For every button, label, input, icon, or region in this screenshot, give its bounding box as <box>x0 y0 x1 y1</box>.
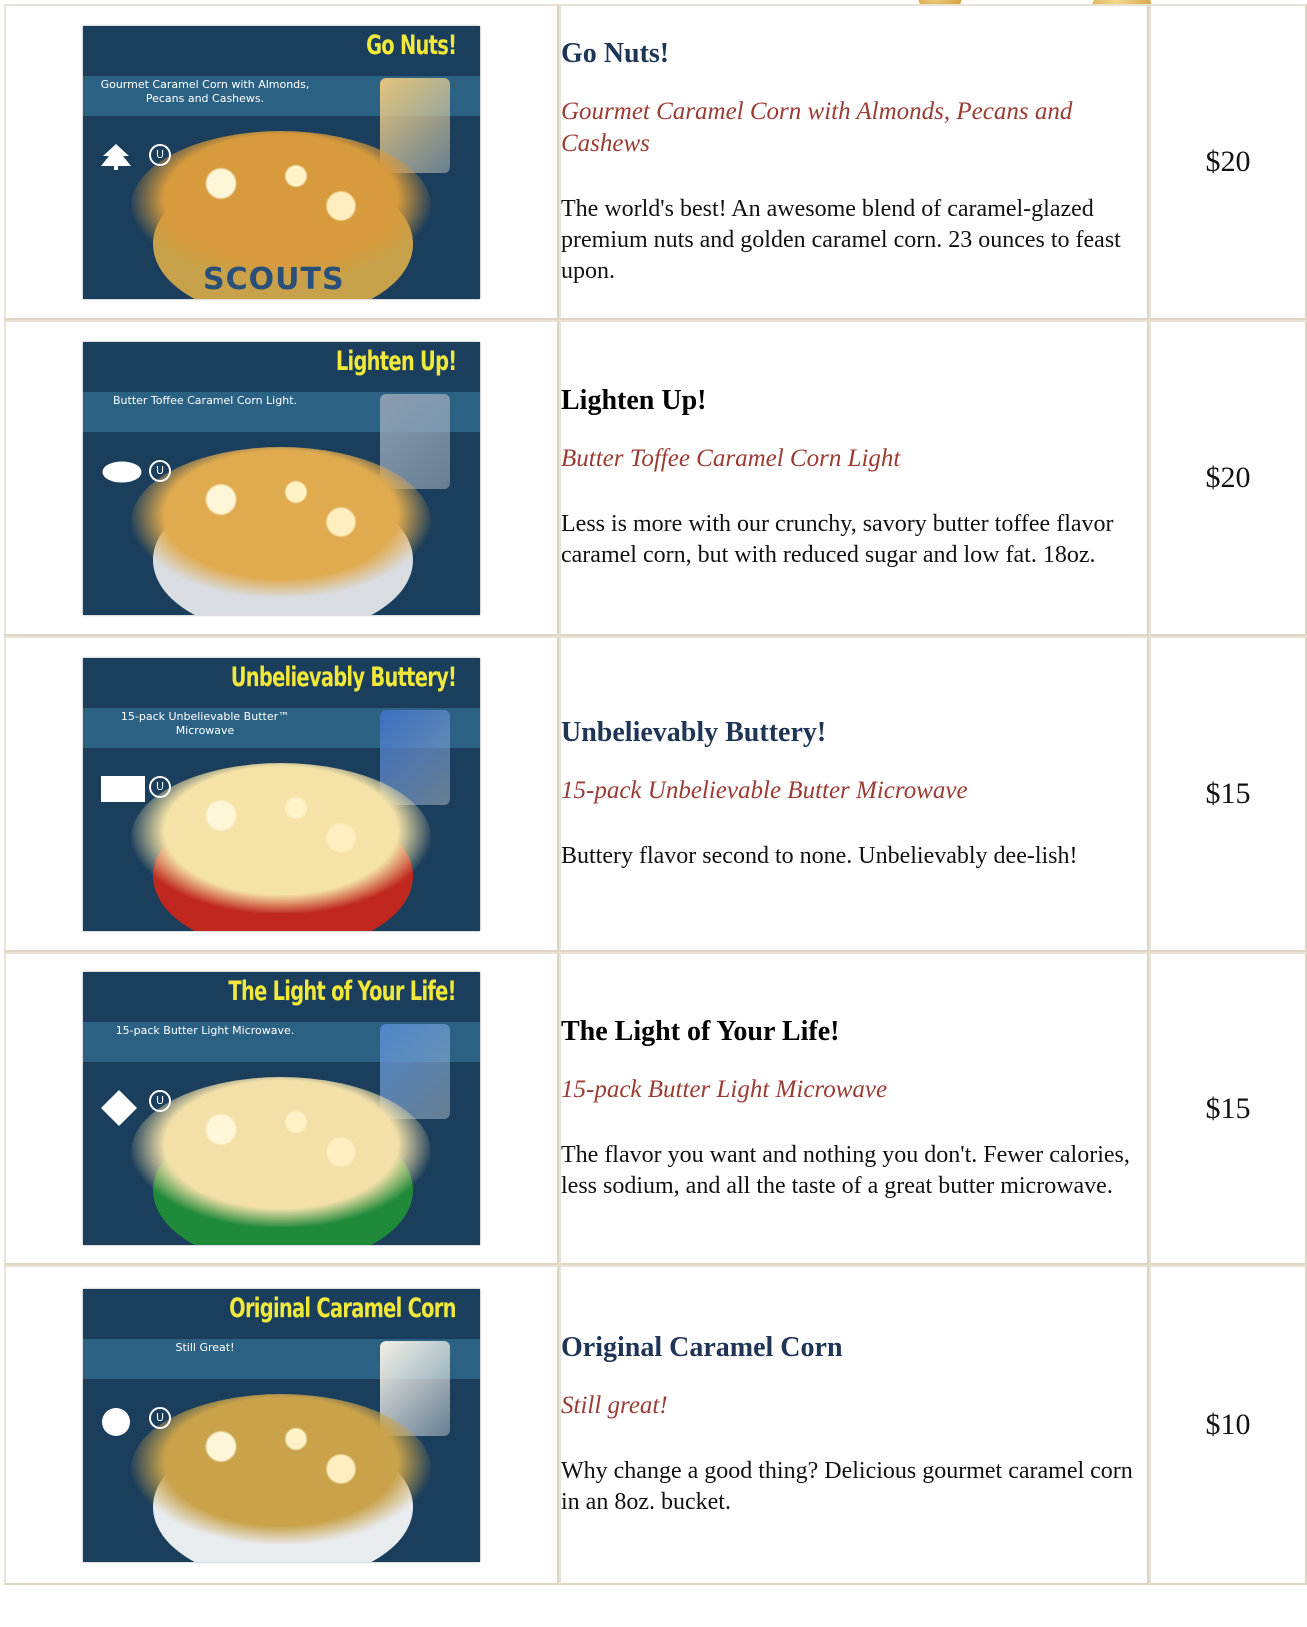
popcorn-image <box>131 762 431 913</box>
ou-kosher-icon: U <box>149 1090 171 1112</box>
image-subtitle: Still Great! <box>175 1340 235 1354</box>
image-subtitle: 15-pack Unbelievable Butter™ Microwave <box>120 709 290 737</box>
page: Go Nuts! Gourmet Caramel Corn with Almon… <box>0 0 1307 1627</box>
product-name: Unbelievably Buttery! <box>561 716 827 748</box>
ou-kosher-icon: U <box>149 143 171 166</box>
popcorn-image <box>131 1393 431 1544</box>
image-title: Lighten Up! <box>335 345 456 377</box>
ou-kosher-icon: U <box>149 775 171 798</box>
product-tagline: Butter Toffee Caramel Corn Light <box>561 445 901 472</box>
product-name: Original Caramel Corn <box>561 1332 843 1363</box>
product-description-cell: Lighten Up! Butter Toffee Caramel Corn L… <box>559 320 1149 636</box>
product-description: Buttery flavor second to none. Unbelieva… <box>561 842 1078 869</box>
ou-kosher-icon: U <box>149 459 171 482</box>
product-price: $10 <box>1149 1265 1307 1585</box>
image-bottom-text: SCOUTS <box>203 261 345 297</box>
product-name: Lighten Up! <box>561 385 707 416</box>
diamond-icon <box>101 1090 137 1131</box>
product-name: The Light of Your Life! <box>561 1015 840 1047</box>
oval-icon <box>101 460 143 489</box>
product-description: Why change a good thing? Delicious gourm… <box>561 1458 1133 1515</box>
product-image-cell: Original Caramel Corn Still Great! U <box>4 1265 559 1585</box>
product-image-cell: Unbelievably Buttery! 15-pack Unbelievab… <box>4 636 559 952</box>
product-image[interactable]: Unbelievably Buttery! 15-pack Unbelievab… <box>83 657 480 931</box>
product-tagline: 15-pack Butter Light Microwave <box>561 1075 888 1103</box>
tree-icon <box>101 143 131 175</box>
product-price: $15 <box>1149 952 1307 1265</box>
product-description: The world's best! An awesome blend of ca… <box>561 195 1121 284</box>
product-image[interactable]: Go Nuts! Gourmet Caramel Corn with Almon… <box>83 25 480 299</box>
image-title: Original Caramel Corn <box>229 1292 456 1324</box>
product-price: $20 <box>1149 4 1307 320</box>
product-price: $20 <box>1149 320 1307 636</box>
product-row: Unbelievably Buttery! 15-pack Unbelievab… <box>4 636 1307 952</box>
image-subtitle: Butter Toffee Caramel Corn Light. <box>113 393 297 407</box>
ou-kosher-icon: U <box>149 1406 171 1429</box>
image-title: Go Nuts! <box>365 29 457 61</box>
product-name: Go Nuts! <box>561 37 670 69</box>
popcorn-image <box>131 130 431 281</box>
rectangle-icon <box>101 775 145 807</box>
product-tagline: Gourmet Caramel Corn with Almonds, Pecan… <box>561 97 1073 157</box>
product-image-cell: Go Nuts! Gourmet Caramel Corn with Almon… <box>4 4 559 320</box>
product-table: Go Nuts! Gourmet Caramel Corn with Almon… <box>4 4 1307 1585</box>
product-row: Go Nuts! Gourmet Caramel Corn with Almon… <box>4 4 1307 320</box>
image-subtitle: 15-pack Butter Light Microwave. <box>115 1024 295 1037</box>
product-image[interactable]: Lighten Up! Butter Toffee Caramel Corn L… <box>83 341 480 615</box>
product-description: The flavor you want and nothing you don'… <box>561 1141 1130 1199</box>
circle-icon <box>101 1407 131 1442</box>
product-description: Less is more with our crunchy, savory bu… <box>561 511 1114 568</box>
image-title: Unbelievably Buttery! <box>230 661 457 693</box>
product-tagline: Still great! <box>561 1392 668 1419</box>
product-description-cell: Go Nuts! Gourmet Caramel Corn with Almon… <box>559 4 1149 320</box>
product-price: $15 <box>1149 636 1307 952</box>
product-image-cell: The Light of Your Life! 15-pack Butter L… <box>4 952 559 1265</box>
product-row: Lighten Up! Butter Toffee Caramel Corn L… <box>4 320 1307 636</box>
product-description-cell: Original Caramel Corn Still great! Why c… <box>559 1265 1149 1585</box>
product-row: The Light of Your Life! 15-pack Butter L… <box>4 952 1307 1265</box>
product-description-cell: The Light of Your Life! 15-pack Butter L… <box>559 952 1149 1265</box>
image-title: The Light of Your Life! <box>228 976 457 1007</box>
product-tagline: 15-pack Unbelievable Butter Microwave <box>561 776 968 804</box>
product-description-cell: Unbelievably Buttery! 15-pack Unbelievab… <box>559 636 1149 952</box>
image-subtitle: Gourmet Caramel Corn with Almonds, Pecan… <box>100 77 310 105</box>
product-image[interactable]: The Light of Your Life! 15-pack Butter L… <box>83 972 480 1245</box>
product-image[interactable]: Original Caramel Corn Still Great! U <box>83 1288 480 1562</box>
popcorn-image <box>131 446 431 597</box>
product-image-cell: Lighten Up! Butter Toffee Caramel Corn L… <box>4 320 559 636</box>
popcorn-image <box>131 1077 431 1227</box>
product-row: Original Caramel Corn Still Great! U Ori… <box>4 1265 1307 1585</box>
